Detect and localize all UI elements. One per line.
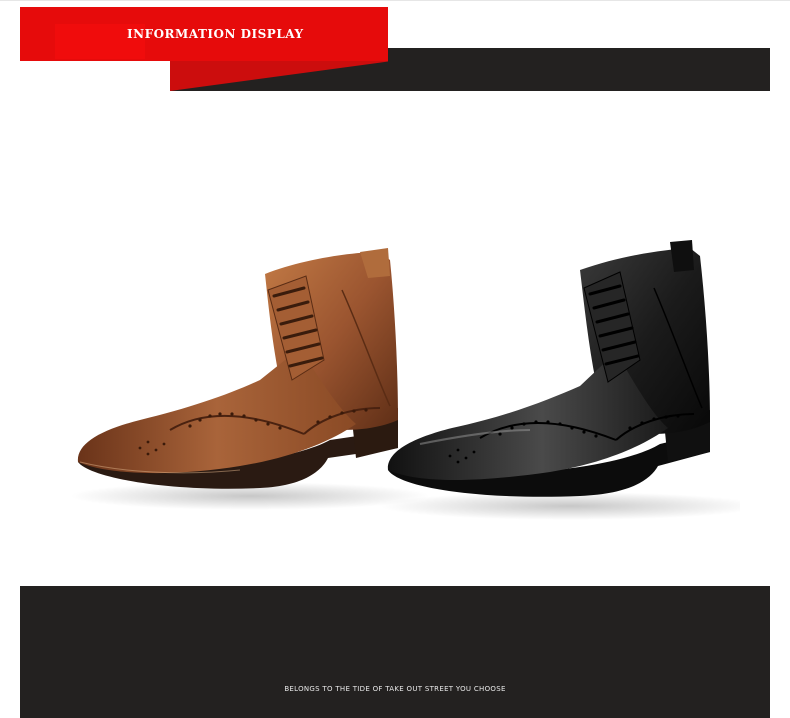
top-divider	[0, 0, 790, 1]
product-image	[70, 240, 740, 520]
section-title: INFORMATION DISPLAY	[127, 27, 304, 41]
brown-boot	[77, 248, 398, 489]
black-boot	[387, 240, 710, 497]
footer-dark-band: BELONGS TO THE TIDE OF TAKE OUT STREET Y…	[20, 586, 770, 718]
footer-tagline: BELONGS TO THE TIDE OF TAKE OUT STREET Y…	[284, 685, 506, 693]
